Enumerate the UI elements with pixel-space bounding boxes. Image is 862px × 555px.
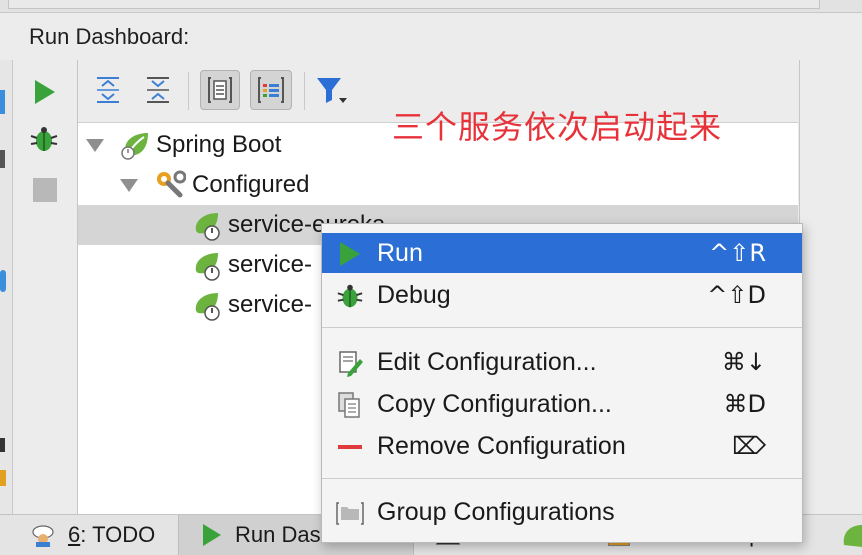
tree-node-configured[interactable]: Configured: [78, 165, 798, 205]
menu-item-shortcut: ⌘↓: [721, 348, 766, 376]
collapse-all-icon[interactable]: [140, 70, 176, 110]
strip-marker-icon[interactable]: [0, 438, 5, 452]
run-icon: [336, 240, 364, 268]
run-icon: [201, 522, 223, 548]
spring-service-icon: [192, 291, 224, 326]
debug-icon: [336, 282, 364, 310]
spring-service-icon: [192, 211, 224, 246]
toolbar-separator: [188, 72, 189, 110]
tree-node-label: service-: [228, 251, 313, 278]
expand-arrow-icon[interactable]: [120, 179, 138, 192]
context-menu: Run ^⇧R Debug ^⇧D Edit Configuration... …: [321, 223, 803, 543]
strip-marker-icon[interactable]: [0, 90, 5, 114]
strip-marker-icon[interactable]: [0, 270, 6, 292]
strip-marker-icon[interactable]: [0, 470, 6, 486]
menu-item-shortcut: ^⇧R: [709, 239, 766, 267]
tree-node-label: Configured: [192, 171, 310, 198]
menu-item-label: Group Configurations: [377, 498, 615, 526]
menu-item-label: Debug: [377, 281, 451, 309]
spring-service-icon: [192, 251, 224, 286]
edit-icon: [336, 349, 364, 377]
strip-marker-icon[interactable]: [0, 150, 5, 168]
expand-all-icon[interactable]: [90, 70, 126, 110]
menu-item-label: Remove Configuration: [377, 432, 626, 460]
tool-window-title: Run Dashboard:: [29, 24, 190, 49]
spring-boot-icon: [120, 131, 152, 166]
menu-item-run[interactable]: Run ^⇧R: [322, 233, 802, 273]
menu-item-debug[interactable]: Debug ^⇧D: [322, 275, 802, 315]
menu-item-label: Copy Configuration...: [377, 390, 612, 418]
folder-icon: [336, 499, 364, 527]
menu-separator: [322, 327, 802, 328]
menu-item-shortcut: ^⇧D: [707, 281, 766, 309]
debug-icon[interactable]: [29, 124, 59, 159]
spring-icon[interactable]: [842, 523, 862, 554]
right-panel-edge: [799, 60, 862, 514]
copy-icon: [336, 391, 364, 419]
menu-item-edit-configuration[interactable]: Edit Configuration... ⌘↓: [322, 342, 802, 382]
upper-panel-edge: [8, 0, 820, 9]
menu-item-group-configurations[interactable]: Group Configurations: [322, 492, 802, 532]
tree-node-label: Spring Boot: [156, 131, 282, 158]
menu-separator: [322, 478, 802, 479]
menu-item-label: Run: [377, 239, 423, 267]
run-icon[interactable]: [33, 78, 57, 111]
todo-icon: [30, 525, 56, 553]
todo-tab-number: 6: [68, 522, 81, 547]
todo-tab[interactable]: 6 : TODO: [30, 515, 155, 555]
stop-icon[interactable]: [33, 178, 57, 202]
tree-node-label: service-: [228, 291, 313, 318]
filter-icon[interactable]: [314, 70, 350, 110]
menu-item-shortcut: ⌦: [732, 432, 766, 460]
expand-arrow-icon[interactable]: [86, 139, 104, 152]
group-by-type-icon[interactable]: [250, 70, 292, 110]
run-actions-column: [13, 60, 78, 514]
menu-item-shortcut: ⌘D: [723, 390, 766, 418]
menu-item-copy-configuration[interactable]: Copy Configuration... ⌘D: [322, 384, 802, 424]
group-by-configuration-icon[interactable]: [200, 70, 240, 110]
left-tool-strip: [0, 60, 13, 514]
menu-item-remove-configuration[interactable]: Remove Configuration ⌦: [322, 426, 802, 466]
menu-item-label: Edit Configuration...: [377, 348, 597, 376]
configured-icon: [154, 169, 187, 204]
remove-icon: [336, 433, 364, 461]
annotation-text: 三个服务依次启动起来: [392, 108, 723, 146]
todo-tab-label: : TODO: [80, 522, 156, 547]
toolbar-separator: [304, 72, 305, 110]
